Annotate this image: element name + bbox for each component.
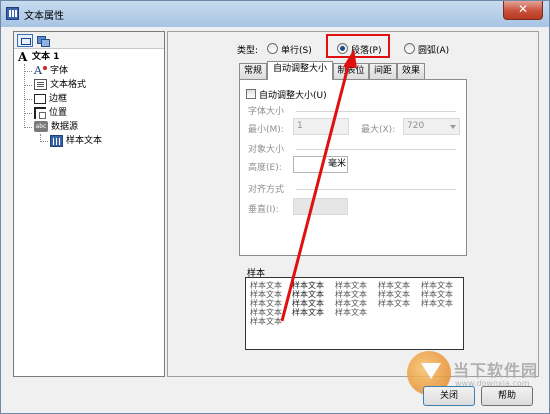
tree-toolbar — [14, 32, 164, 49]
sample-line: 样本文本 — [378, 299, 410, 308]
tree-item-label: 字体 — [50, 66, 69, 76]
dialog-client-area: A 文本 1 A 字体 文本格式 边框 位置 abc 数据源 样本文本 类型: … — [6, 27, 544, 409]
tree-item-text-format[interactable]: 文本格式 — [34, 78, 86, 92]
close-window-button[interactable]: ✕ — [503, 1, 543, 20]
text-object-icon: A — [18, 49, 28, 64]
sample-preview: 样本文本 样本文本 样本文本 样本文本 样本文本 样本文本 样本文本 样本文本 … — [245, 277, 464, 350]
sample-line: 样本文本 — [250, 317, 282, 326]
sample-column-1: 样本文本 样本文本 样本文本 样本文本 样本文本 — [250, 281, 288, 326]
sample-line: 样本文本 — [335, 299, 367, 308]
sample-line: 样本文本 — [378, 290, 410, 299]
radio-single-line-label: 单行(S) — [281, 46, 312, 56]
sample-line: 样本文本 — [378, 281, 410, 290]
tab-tab-stops[interactable]: 制表位 — [333, 63, 369, 79]
radio-arc-label: 圆弧(A) — [418, 46, 450, 56]
object-size-group-label: 对象大小 — [248, 145, 285, 155]
tab-autosize[interactable]: 自动调整大小 — [267, 61, 333, 80]
tree-item-label: 文本 1 — [32, 52, 60, 62]
sample-column-2: 样本文本 样本文本 样本文本 样本文本 — [292, 281, 330, 317]
tree-item-position[interactable]: 位置 — [34, 106, 67, 120]
type-label: 类型: — [237, 46, 259, 56]
max-size-dropdown[interactable]: 720 — [403, 118, 460, 135]
help-button[interactable]: 帮助 — [481, 386, 533, 406]
sample-line: 样本文本 — [421, 290, 453, 299]
tree-item-data-source[interactable]: abc 数据源 — [34, 120, 78, 134]
max-size-label: 最大(X): — [361, 125, 396, 135]
annotation-highlight-box — [326, 34, 390, 58]
vertical-label: 垂直(I): — [248, 205, 279, 215]
sample-line: 样本文本 — [250, 299, 282, 308]
autosize-checkbox[interactable] — [246, 89, 256, 99]
chevron-down-icon — [450, 125, 456, 129]
tab-general[interactable]: 常规 — [239, 63, 267, 79]
tree-item-font[interactable]: A 字体 — [34, 64, 68, 78]
height-label: 高度(E): — [248, 163, 282, 173]
font-size-group-label: 字体大小 — [248, 107, 285, 117]
sample-line: 样本文本 — [421, 281, 453, 290]
app-icon — [6, 7, 19, 20]
vertical-align-dropdown[interactable] — [293, 198, 348, 215]
font-size-group-divider — [296, 111, 456, 112]
tree-item-border[interactable]: 边框 — [34, 92, 67, 106]
sample-line: 样本文本 — [292, 299, 324, 308]
alignment-group-label: 对齐方式 — [248, 185, 285, 195]
sample-line: 样本文本 — [421, 299, 453, 308]
close-button[interactable]: 关闭 — [423, 386, 475, 406]
sample-line: 样本文本 — [292, 290, 324, 299]
radio-arc[interactable] — [404, 43, 415, 54]
position-icon — [34, 106, 46, 119]
sample-column-5: 样本文本 样本文本 样本文本 — [421, 281, 459, 308]
autosize-tab-page: 自动调整大小(U) 字体大小 最小(M): 1 最大(X): 720 对象大小 … — [239, 79, 467, 256]
sample-line: 样本文本 — [250, 281, 282, 290]
autosize-checkbox-label: 自动调整大小(U) — [259, 91, 327, 101]
tree-item-text1[interactable]: A 文本 1 — [18, 50, 59, 64]
text-properties-dialog: 文本属性 ✕ A 文本 1 A 字体 文本格式 边框 位置 abc 数据源 样本… — [0, 0, 550, 414]
object-tree-panel: A 文本 1 A 字体 文本格式 边框 位置 abc 数据源 样本文本 — [13, 31, 165, 377]
title-bar[interactable]: 文本属性 ✕ — [1, 1, 549, 27]
sample-line: 样本文本 — [335, 281, 367, 290]
sample-line: 样本文本 — [250, 308, 282, 317]
border-icon — [34, 93, 46, 104]
tab-spacing[interactable]: 间距 — [369, 63, 397, 79]
tree-item-label: 样本文本 — [66, 136, 103, 146]
height-input[interactable]: 毫米 — [293, 156, 348, 173]
height-unit: 毫米 — [327, 159, 346, 169]
select-object-icon[interactable] — [17, 34, 33, 47]
sample-line: 样本文本 — [292, 281, 324, 290]
sample-line: 样本文本 — [335, 308, 367, 317]
tree-item-sample-text[interactable]: 样本文本 — [50, 134, 102, 148]
data-source-icon: abc — [34, 121, 48, 132]
min-size-label: 最小(M): — [248, 125, 284, 135]
radio-single-line[interactable] — [267, 43, 278, 54]
sample-column-4: 样本文本 样本文本 样本文本 — [378, 281, 416, 308]
min-size-input[interactable]: 1 — [293, 118, 349, 135]
object-size-group-divider — [296, 149, 456, 150]
watermark-text: 当下软件园 — [453, 361, 539, 380]
sample-text-icon — [50, 134, 63, 147]
tree-item-label: 位置 — [49, 108, 68, 118]
sample-line: 样本文本 — [335, 290, 367, 299]
window-title: 文本属性 — [24, 11, 64, 22]
text-format-icon — [34, 79, 47, 90]
font-icon: A — [34, 64, 47, 77]
tree-item-label: 边框 — [49, 94, 68, 104]
multi-object-icon[interactable] — [36, 34, 50, 47]
sample-column-3: 样本文本 样本文本 样本文本 样本文本 — [335, 281, 373, 317]
tree-item-label: 数据源 — [51, 122, 79, 132]
tab-effects[interactable]: 效果 — [397, 63, 425, 79]
max-size-value: 720 — [407, 121, 425, 131]
alignment-group-divider — [296, 189, 456, 190]
sample-line: 样本文本 — [292, 308, 324, 317]
tree-item-label: 文本格式 — [50, 80, 87, 90]
sample-line: 样本文本 — [250, 290, 282, 299]
properties-panel: 类型: 单行(S) 段落(P) 圆弧(A) 常规 自动调整大小 制表位 间距 效… — [167, 31, 539, 377]
